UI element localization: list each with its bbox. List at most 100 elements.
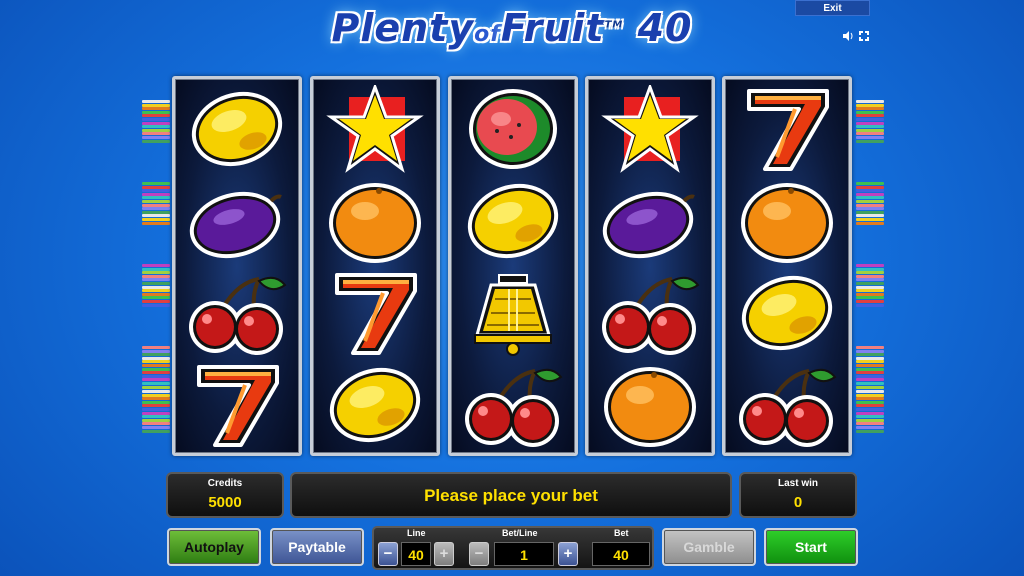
payline-marker: [856, 292, 884, 296]
bet-label: Bet: [614, 528, 629, 538]
payline-marker: [142, 278, 170, 282]
payline-marker: [142, 271, 170, 275]
payline-marker: [142, 207, 170, 211]
payline-marker: [856, 282, 884, 285]
payline-marker: [142, 382, 170, 385]
payline-marker: [856, 221, 884, 225]
orange-icon: [323, 177, 427, 265]
exit-button[interactable]: Exit: [795, 0, 870, 16]
seven-icon: [323, 269, 427, 357]
payline-marker: [142, 296, 170, 300]
payline-marker: [142, 121, 170, 125]
payline-marker: [142, 393, 170, 397]
lemon-icon: [323, 361, 427, 449]
paytable-button[interactable]: Paytable: [270, 528, 364, 566]
payline-marker: [856, 182, 884, 185]
payline-marker: [142, 192, 170, 196]
payline-marker: [142, 139, 170, 143]
plum-icon: [185, 177, 289, 265]
payline-marker: [142, 282, 170, 285]
payline-marker: [142, 185, 170, 189]
autoplay-button[interactable]: Autoplay: [167, 528, 261, 566]
payline-marker: [856, 371, 884, 375]
payline-marker: [142, 390, 170, 393]
speaker-icon[interactable]: [842, 30, 854, 45]
start-button[interactable]: Start: [764, 528, 858, 566]
payline-marker: [142, 136, 170, 139]
payline-marker: [142, 132, 170, 136]
seven-icon: [185, 361, 289, 449]
betline-plus-button[interactable]: +: [558, 542, 578, 566]
plum-icon: [598, 177, 702, 265]
last-win-label: Last win: [777, 478, 818, 489]
payline-marker: [856, 210, 884, 214]
fullscreen-icon[interactable]: [858, 30, 870, 45]
payline-marker: [142, 367, 170, 371]
payline-marker: [142, 218, 170, 221]
payline-marker: [856, 418, 884, 422]
reel-2: [310, 76, 440, 456]
payline-marker: [142, 404, 170, 408]
payline-marker: [142, 364, 170, 367]
payline-marker: [856, 128, 884, 132]
title-word-fruit: Fruit: [500, 6, 605, 50]
payline-marker: [856, 415, 884, 419]
payline-marker: [856, 285, 884, 289]
payline-marker: [856, 264, 884, 267]
payline-marker: [856, 364, 884, 367]
payline-marker: [856, 374, 884, 378]
payline-marker: [142, 371, 170, 375]
line-value: 40: [401, 542, 431, 566]
title-word-plenty: Plenty: [331, 6, 475, 50]
payline-marker: [142, 103, 170, 107]
payline-indicators-right: [856, 100, 884, 440]
payline-marker: [856, 121, 884, 125]
payline-marker: [142, 429, 170, 433]
lemon-icon: [185, 85, 289, 173]
star-icon: [323, 85, 427, 173]
payline-marker: [856, 100, 884, 103]
payline-marker: [856, 353, 884, 357]
payline-marker: [142, 267, 170, 271]
payline-marker: [142, 300, 170, 303]
payline-marker: [856, 367, 884, 371]
bet-controls: Line Bet/Line Bet − 40 + − 1 + 40: [372, 526, 654, 570]
payline-marker: [856, 349, 884, 353]
reel-4: [585, 76, 715, 456]
status-message: Please place your bet: [424, 486, 598, 505]
title-number: 40: [637, 6, 693, 50]
payline-marker: [142, 182, 170, 185]
payline-marker: [856, 118, 884, 121]
bet-value: 40: [592, 542, 650, 566]
payline-marker: [856, 125, 884, 129]
line-plus-button[interactable]: +: [434, 542, 454, 566]
betline-minus-button[interactable]: −: [469, 542, 489, 566]
payline-marker: [142, 426, 170, 429]
payline-marker: [856, 426, 884, 429]
watermelon-icon: [461, 85, 565, 173]
payline-marker: [856, 390, 884, 393]
payline-marker: [142, 346, 170, 349]
credits-value: 5000: [208, 494, 242, 511]
seven-icon: [735, 85, 839, 173]
bet-per-line-value: 1: [494, 542, 554, 566]
payline-marker: [142, 289, 170, 293]
payline-marker: [142, 400, 170, 404]
line-minus-button[interactable]: −: [378, 542, 398, 566]
gamble-button[interactable]: Gamble: [662, 528, 756, 566]
payline-marker: [142, 385, 170, 389]
reel-area: [172, 76, 852, 456]
cherries-icon: [735, 361, 839, 449]
message-panel: Please place your bet: [290, 472, 732, 518]
payline-marker: [856, 185, 884, 189]
payline-marker: [142, 408, 170, 411]
payline-marker: [856, 114, 884, 118]
payline-marker: [856, 429, 884, 433]
cherries-icon: [185, 269, 289, 357]
payline-marker: [856, 139, 884, 143]
reel-3: [448, 76, 578, 456]
payline-marker: [856, 393, 884, 397]
payline-marker: [856, 397, 884, 401]
payline-marker: [142, 303, 170, 307]
title-word-of: of: [474, 22, 501, 47]
